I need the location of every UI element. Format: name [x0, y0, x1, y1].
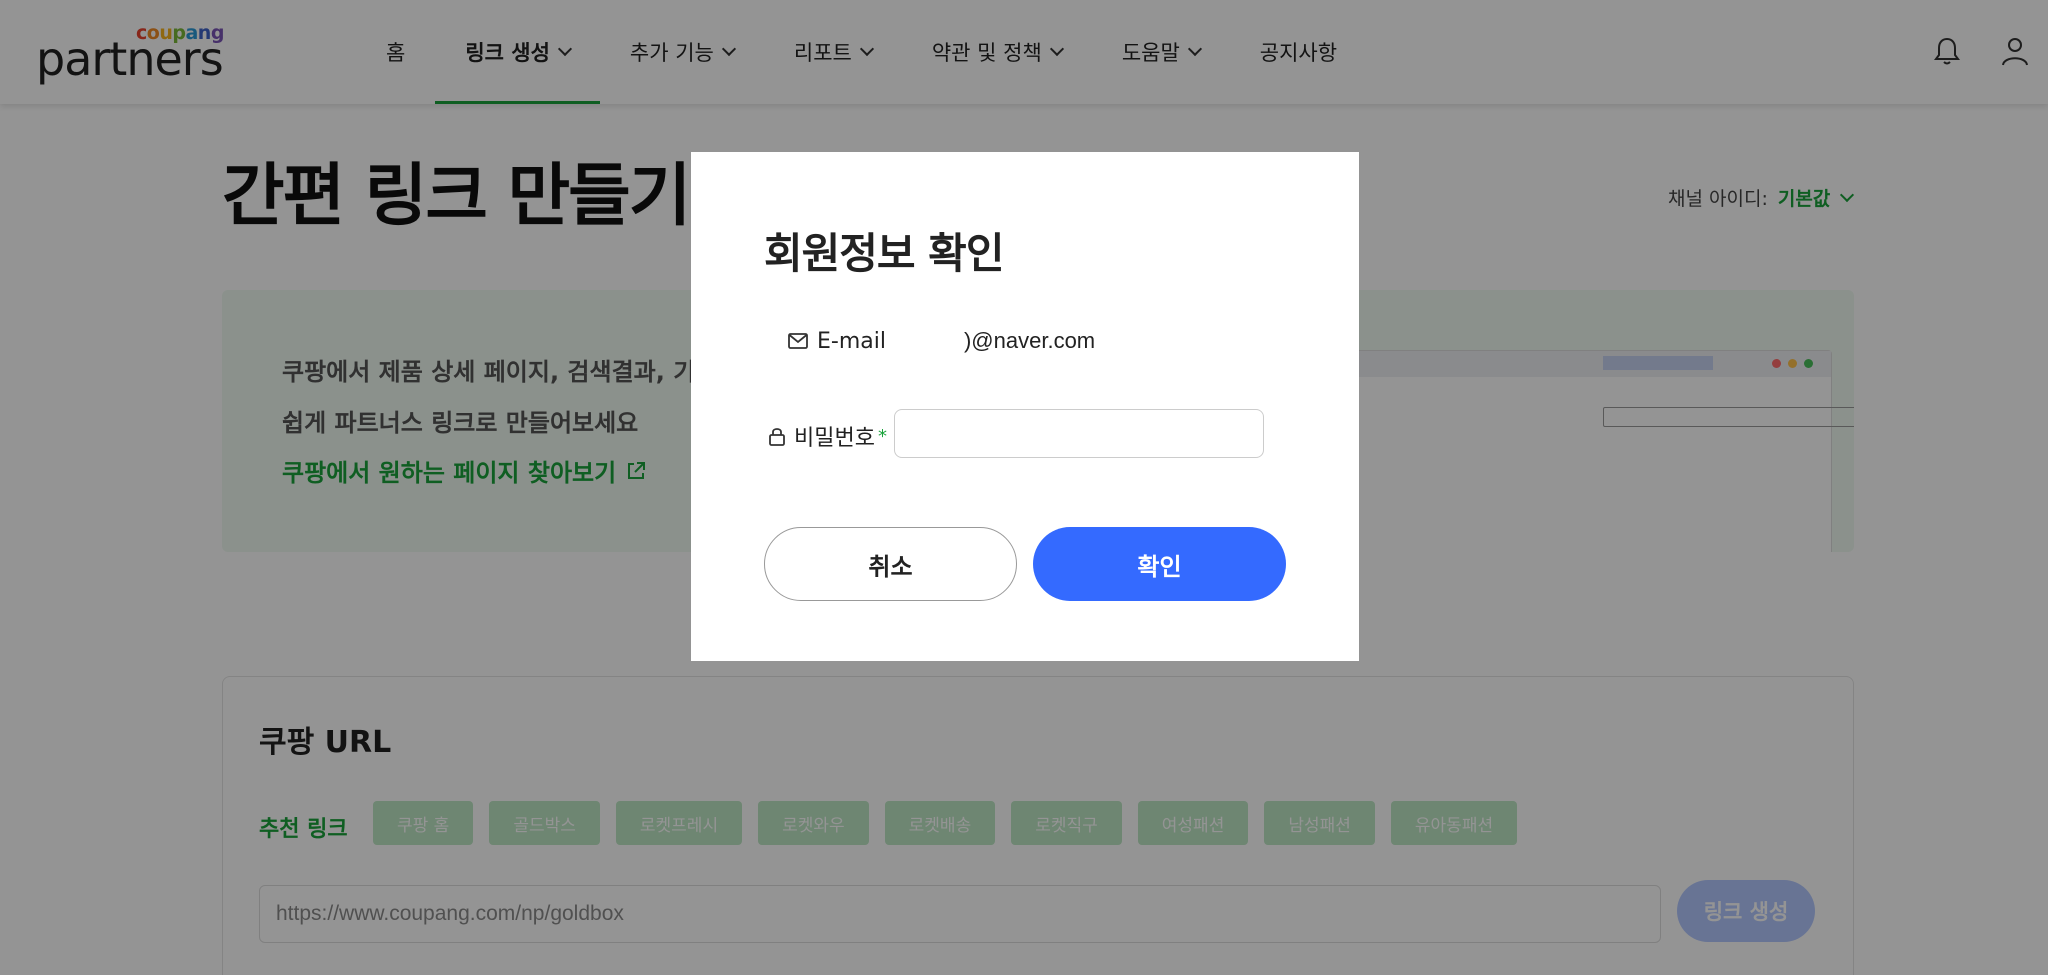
email-label: E-mail — [817, 328, 886, 354]
password-input[interactable] — [894, 409, 1264, 458]
password-label: 비밀번호 — [794, 426, 875, 451]
password-row: 비밀번호 * — [766, 420, 887, 452]
lock-icon — [769, 428, 785, 446]
email-row: E-mail )@naver.com — [787, 328, 1095, 354]
email-value: )@naver.com — [963, 328, 1096, 353]
mail-icon — [788, 333, 808, 349]
required-mark: * — [877, 425, 887, 447]
member-verify-dialog: 회원정보 확인 E-mail )@naver.com 비밀번호 * 취소 확인 — [691, 152, 1359, 661]
dialog-title: 회원정보 확인 — [764, 229, 1004, 278]
confirm-button[interactable]: 확인 — [1033, 527, 1286, 601]
cancel-button[interactable]: 취소 — [764, 527, 1017, 601]
